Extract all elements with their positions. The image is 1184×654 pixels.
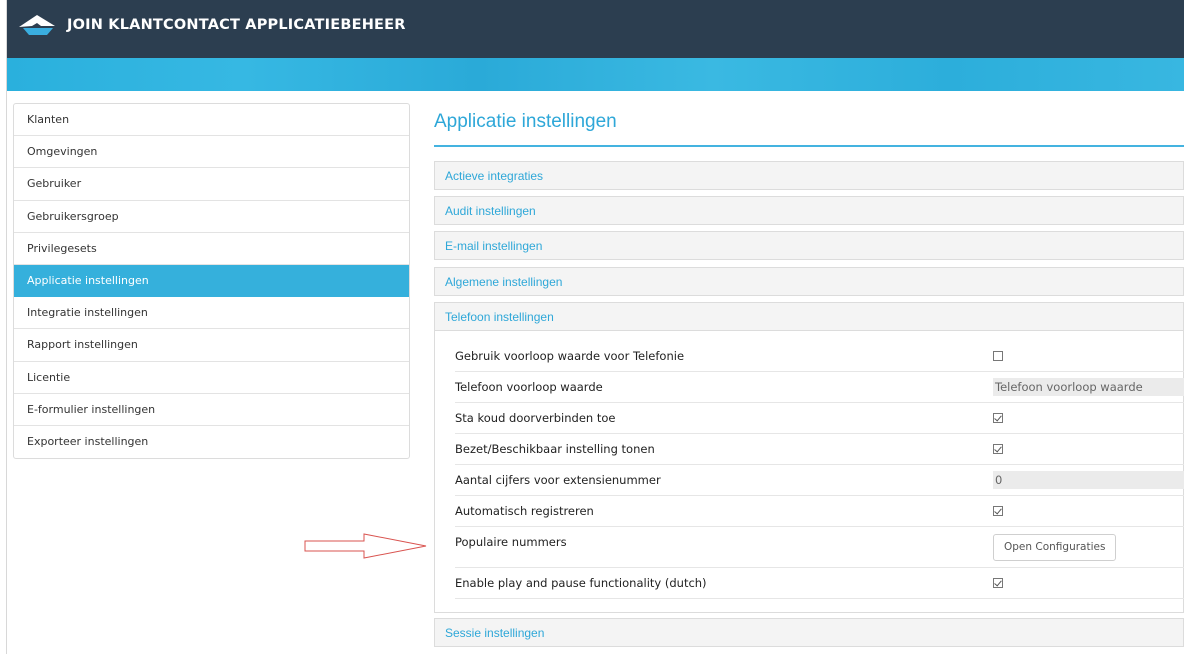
setting-label: Enable play and pause functionality (dut… — [455, 576, 707, 590]
accent-band — [7, 58, 1184, 91]
sidebar-item-gebruikersgroep[interactable]: Gebruikersgroep — [14, 201, 409, 233]
sidebar-item-licentie[interactable]: Licentie — [14, 362, 409, 394]
top-navbar: JOIN KLANTCONTACT APPLICATIEBEHEER — [7, 0, 1184, 58]
setting-row: Sta koud doorverbinden toe — [455, 403, 1184, 434]
join-logo-icon — [19, 15, 55, 35]
panel-email-instellingen[interactable]: E-mail instellingen — [434, 231, 1184, 260]
sidebar-item-integratie-instellingen[interactable]: Integratie instellingen — [14, 297, 409, 330]
setting-row: Enable play and pause functionality (dut… — [455, 568, 1184, 599]
setting-label: Telefoon voorloop waarde — [455, 380, 603, 394]
setting-row: Bezet/Beschikbaar instelling tonen — [455, 434, 1184, 465]
setting-row: Automatisch registreren — [455, 496, 1184, 527]
extensie-cijfers-input[interactable]: 0 — [993, 471, 1184, 489]
koud-doorverbinden-checkbox[interactable] — [993, 413, 1003, 423]
setting-row: Gebruik voorloop waarde voor Telefonie — [455, 341, 1184, 372]
panel-audit-instellingen[interactable]: Audit instellingen — [434, 196, 1184, 225]
bezet-beschikbaar-checkbox[interactable] — [993, 444, 1003, 454]
arrow-right-icon — [304, 533, 427, 559]
sidebar-item-gebruiker[interactable]: Gebruiker — [14, 168, 409, 201]
window-left-edge — [0, 0, 7, 654]
app-title: JOIN KLANTCONTACT APPLICATIEBEHEER — [67, 17, 406, 33]
open-configuraties-button[interactable]: Open Configuraties — [993, 533, 1117, 561]
telefoon-voorloop-input[interactable]: Telefoon voorloop waarde — [993, 378, 1184, 396]
sidebar-item-omgevingen[interactable]: Omgevingen — [14, 136, 409, 169]
panel-algemene-instellingen[interactable]: Algemene instellingen — [434, 267, 1184, 296]
play-pause-checkbox[interactable] — [993, 578, 1003, 588]
setting-label: Aantal cijfers voor extensienummer — [455, 473, 661, 487]
page-title: Applicatie instellingen — [434, 103, 1184, 147]
setting-label: Sta koud doorverbinden toe — [455, 411, 616, 425]
voorloop-telefonie-checkbox[interactable] — [993, 351, 1003, 361]
setting-label: Automatisch registreren — [455, 504, 594, 518]
panel-sessie-instellingen[interactable]: Sessie instellingen — [434, 618, 1184, 647]
brand[interactable]: JOIN KLANTCONTACT APPLICATIEBEHEER — [17, 10, 406, 40]
setting-label: Gebruik voorloop waarde voor Telefonie — [455, 349, 685, 363]
sidebar-item-eformulier-instellingen[interactable]: E-formulier instellingen — [14, 394, 409, 426]
sidebar-item-rapport-instellingen[interactable]: Rapport instellingen — [14, 329, 409, 362]
sidebar-item-privilegesets[interactable]: Privilegesets — [14, 233, 409, 265]
main-content: Applicatie instellingen Actieve integrat… — [434, 103, 1184, 647]
setting-row: Telefoon voorloop waarde Telefoon voorlo… — [455, 372, 1184, 403]
setting-label: Bezet/Beschikbaar instelling tonen — [455, 442, 655, 456]
setting-row: Aantal cijfers voor extensienummer 0 — [455, 465, 1184, 496]
sidebar-item-applicatie-instellingen[interactable]: Applicatie instellingen — [14, 264, 409, 298]
automatisch-registreren-checkbox[interactable] — [993, 506, 1003, 516]
panel-actieve-integraties[interactable]: Actieve integraties — [434, 161, 1184, 190]
telefoon-instellingen-body: Gebruik voorloop waarde voor Telefonie T… — [434, 331, 1184, 613]
setting-label: Populaire nummers — [455, 535, 567, 549]
sidebar-item-exporteer-instellingen[interactable]: Exporteer instellingen — [14, 426, 409, 458]
panel-telefoon-instellingen[interactable]: Telefoon instellingen — [434, 302, 1184, 331]
sidebar-nav: Klanten Omgevingen Gebruiker Gebruikersg… — [13, 103, 410, 460]
sidebar-item-klanten[interactable]: Klanten — [14, 104, 409, 137]
setting-row: Populaire nummers Open Configuraties — [455, 527, 1184, 568]
